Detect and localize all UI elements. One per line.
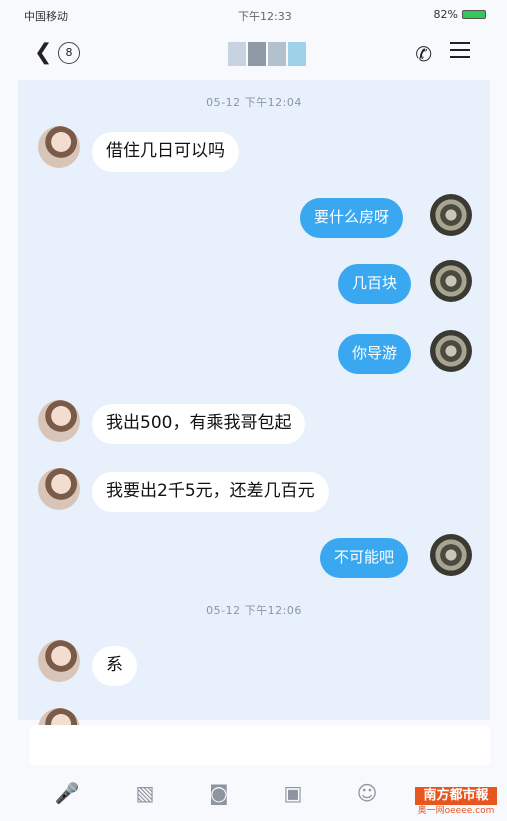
emoji-icon[interactable]: ☺ (352, 778, 382, 808)
contact-avatar[interactable] (38, 400, 80, 442)
battery-percent: 82% (433, 8, 458, 21)
timestamp: 05-12 下午12:06 (206, 604, 302, 617)
contact-name-blurred (228, 42, 308, 68)
battery-icon (462, 10, 486, 19)
incoming-message: 借住几日可以吗 (92, 132, 239, 172)
my-avatar[interactable] (430, 194, 472, 236)
outgoing-message: 几百块 (338, 264, 412, 304)
status-time: 下午12:33 (238, 10, 292, 23)
red-packet-icon[interactable]: ▣ (278, 778, 308, 808)
menu-icon[interactable] (450, 42, 470, 58)
microphone-icon[interactable]: 🎤 (52, 778, 82, 808)
carrier-name: 中国移动 (24, 10, 68, 23)
image-icon[interactable]: ▧ (130, 778, 160, 808)
status-bar: 中国移动 下午12:33 82% (18, 8, 490, 26)
back-icon[interactable]: ❮ (34, 40, 52, 65)
outgoing-message: 要什么房呀 (300, 198, 404, 238)
outgoing-message: 你导游 (338, 334, 412, 374)
incoming-message: 系 (92, 646, 137, 686)
my-avatar[interactable] (430, 260, 472, 302)
battery-indicator: 82% (434, 8, 486, 21)
message-list[interactable]: 05-12 下午12:04 借住几日可以吗 要什么房呀 几百块 你导游 我出50… (18, 80, 490, 750)
incoming-message: 我出500，有乘我哥包起 (92, 404, 306, 444)
camera-icon[interactable]: ◙ (204, 778, 234, 808)
my-avatar[interactable] (430, 534, 472, 576)
contact-avatar[interactable] (38, 126, 80, 168)
message-input[interactable] (30, 725, 490, 765)
chat-header: ❮ 8 ✆ (18, 28, 490, 78)
newspaper-watermark: 南方都市報 奥一网oeeee.com (415, 787, 497, 817)
watermark-subtitle: 奥一网oeeee.com (417, 806, 495, 816)
outgoing-message: 不可能吧 (320, 538, 409, 578)
phone-icon[interactable]: ✆ (415, 42, 432, 66)
timestamp: 05-12 下午12:04 (206, 96, 302, 109)
contact-avatar[interactable] (38, 640, 80, 682)
incoming-message: 我要出2千5元，还差几百元 (92, 472, 329, 512)
chat-screen: 中国移动 下午12:33 82% ❮ 8 ✆ 05-12 下午12:04 借住几… (0, 0, 507, 821)
unread-badge[interactable]: 8 (58, 42, 80, 64)
my-avatar[interactable] (430, 330, 472, 372)
watermark-title: 南方都市報 (415, 787, 497, 805)
contact-avatar[interactable] (38, 468, 80, 510)
